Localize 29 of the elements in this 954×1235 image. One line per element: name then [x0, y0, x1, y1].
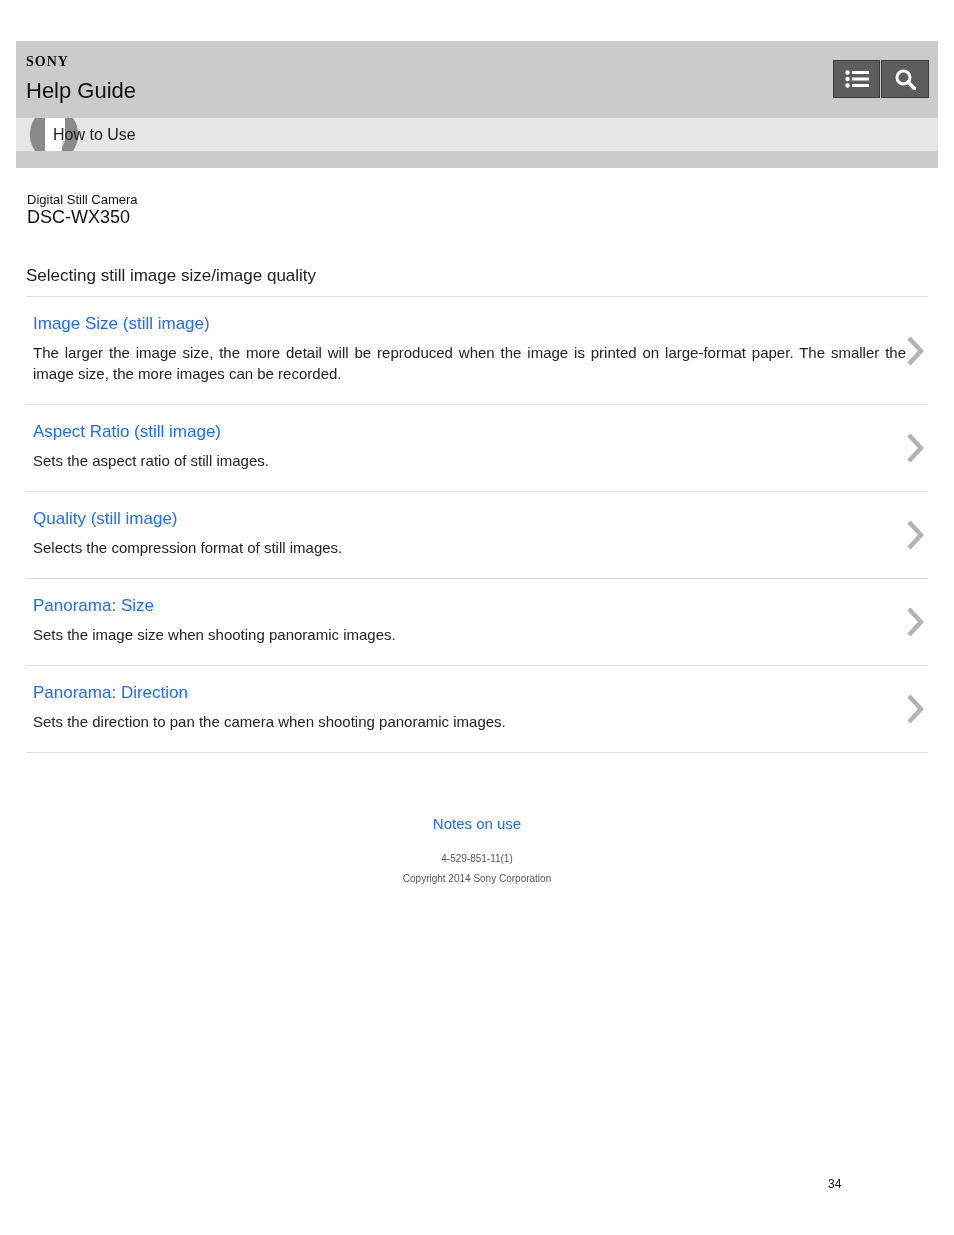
notes-link[interactable]: Notes on use [432, 815, 522, 833]
chevron-right-icon[interactable] [906, 335, 924, 366]
topic-link[interactable]: Quality (still image) [33, 508, 178, 530]
topic-link[interactable]: Panorama: Direction [33, 682, 188, 704]
search-button[interactable] [881, 60, 929, 98]
chevron-right-icon[interactable] [906, 694, 924, 724]
search-icon [894, 68, 916, 90]
breadcrumb-link[interactable]: How to Use [53, 124, 136, 145]
topic-link[interactable]: Panorama: Size [33, 595, 154, 617]
list-icon [844, 70, 869, 88]
topic-description: The larger the image size, the more detail will be reproduced when the image is printed on large-format paper. The smaller the image size, the more images can be recorded. [33, 343, 906, 384]
product-model: DSC-WX350 [27, 207, 131, 228]
topic-link[interactable]: Aspect Ratio (still image) [33, 421, 221, 443]
page-title: Selecting still image size/image quality [26, 265, 317, 287]
copyright-text: Copyright 2014 Sony Corporation [402, 873, 552, 885]
topic-description: Selects the compression format of still images. [33, 538, 344, 558]
chevron-right-icon[interactable] [906, 433, 924, 463]
topic-description: Sets the aspect ratio of still images. [33, 451, 270, 471]
document-code: 4-529-851-11(1) [441, 853, 513, 865]
chevron-right-icon[interactable] [906, 607, 924, 637]
menu-button[interactable] [833, 60, 880, 98]
site-title: Help Guide [26, 78, 137, 104]
topic-description: Sets the direction to pan the camera when shooting panoramic images. [33, 712, 507, 732]
topic-link[interactable]: Image Size (still image) [33, 313, 210, 335]
brand-logo: SONY [26, 55, 69, 69]
page-number: 34 [828, 1177, 842, 1191]
topic-description: Sets the image size when shooting panoramic images. [33, 625, 397, 645]
product-category: Digital Still Camera [27, 192, 138, 207]
chevron-right-icon[interactable] [906, 520, 924, 550]
